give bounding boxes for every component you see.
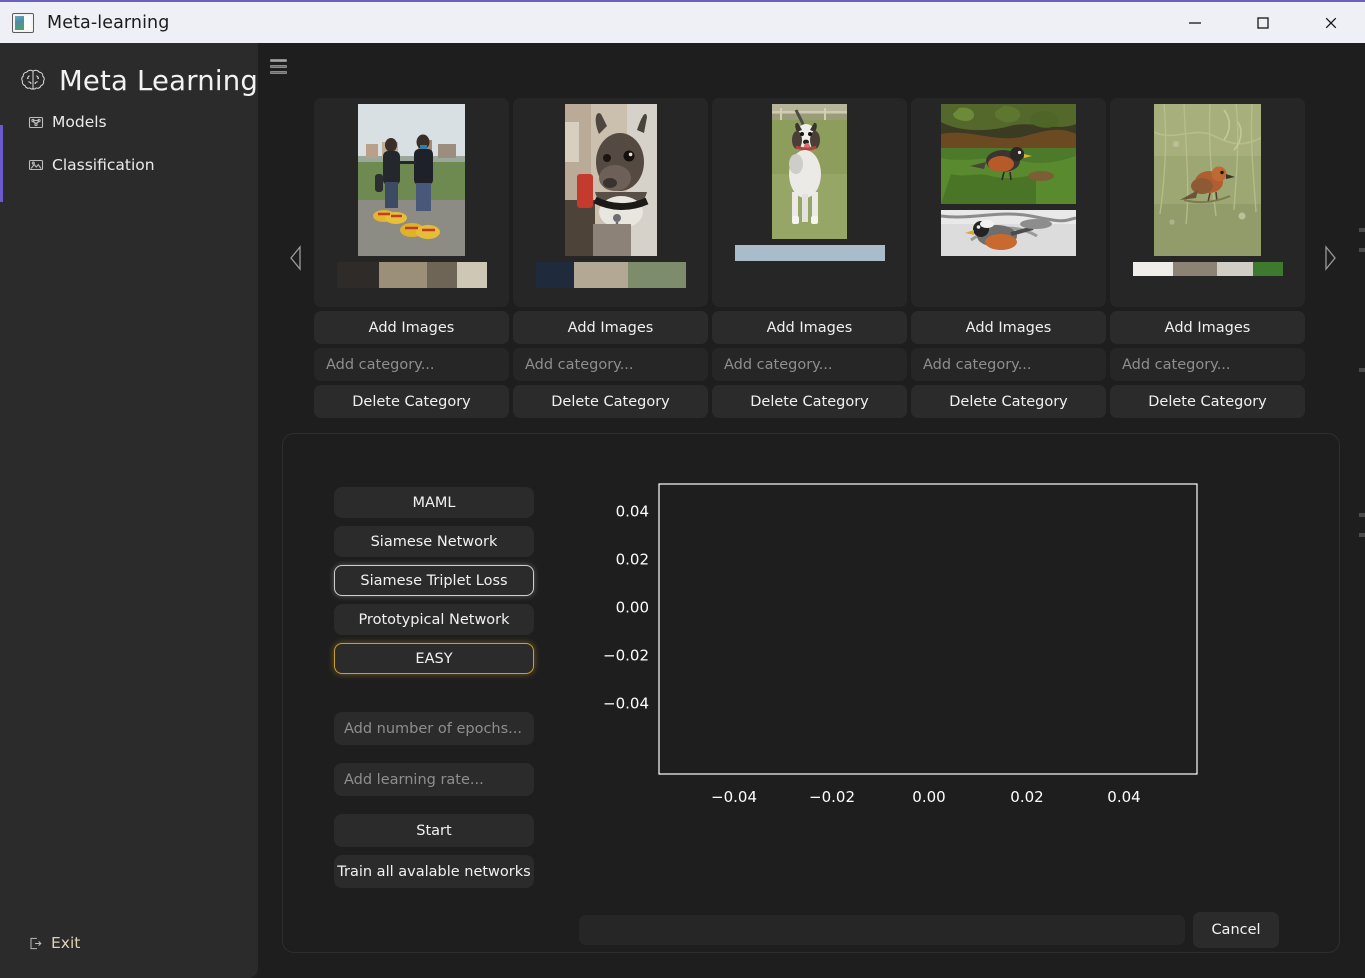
y-tick-label: 0.02 [616, 551, 649, 569]
thumbnail-image-partial [336, 262, 487, 288]
sidebar-item-label: Models [52, 113, 107, 131]
training-progress-bar[interactable] [579, 915, 1185, 945]
x-tick-label: −0.04 [711, 788, 757, 806]
model-button-siamese-triplet-loss[interactable]: Siamese Triplet Loss [334, 565, 534, 596]
card-image-area[interactable] [712, 98, 907, 308]
thumbnail-image [1154, 104, 1261, 256]
add-images-button[interactable]: Add Images [712, 311, 907, 345]
sidebar-accent-strip [0, 125, 3, 202]
cancel-button[interactable]: Cancel [1193, 912, 1279, 948]
window-controls [1161, 2, 1365, 43]
delete-category-button[interactable]: Delete Category [513, 385, 708, 418]
model-button-siamese-network[interactable]: Siamese Network [334, 526, 534, 557]
category-carousel: Add Images Delete Category [278, 98, 1348, 418]
x-tick-label: 0.00 [912, 788, 945, 806]
start-button[interactable]: Start [334, 814, 534, 847]
thumbnail-image-partial [1132, 262, 1283, 276]
network-icon [28, 114, 44, 130]
sidebar: Meta Learning Models Classification Exit [0, 43, 258, 978]
category-name-input[interactable] [314, 348, 509, 382]
model-button-maml[interactable]: MAML [334, 487, 534, 518]
sidebar-item-exit[interactable]: Exit [28, 934, 80, 952]
title-bar: Meta-learning [0, 0, 1365, 43]
maximize-icon[interactable] [1229, 2, 1297, 43]
chevron-left-icon[interactable] [278, 98, 314, 418]
category-card: Add Images Delete Category [1110, 98, 1305, 418]
minimize-icon[interactable] [1161, 2, 1229, 43]
close-icon[interactable] [1297, 2, 1365, 43]
card-image-area[interactable] [513, 98, 708, 308]
category-name-input[interactable] [513, 348, 708, 382]
training-plot[interactable]: 0.04 0.02 0.00 −0.02 −0.04 −0.04 −0.02 0… [579, 464, 1219, 904]
scroll-tick [1359, 248, 1365, 252]
category-name-input[interactable] [712, 348, 907, 382]
thumbnail-image-partial [734, 245, 885, 261]
card-image-area[interactable] [911, 98, 1106, 308]
scroll-tick [1359, 533, 1365, 537]
category-card: Add Images Delete Category [712, 98, 907, 418]
category-card: Add Images Delete Category [513, 98, 708, 418]
brand: Meta Learning [18, 65, 258, 97]
chevron-right-icon[interactable] [1312, 98, 1348, 418]
training-panel: MAML Siamese Network Siamese Triplet Los… [282, 433, 1340, 953]
model-button-prototypical-network[interactable]: Prototypical Network [334, 604, 534, 635]
card-list: Add Images Delete Category [314, 98, 1312, 418]
sidebar-item-label: Classification [52, 156, 155, 174]
thumbnail-image-partial [941, 210, 1076, 256]
sidebar-item-classification[interactable]: Classification [28, 156, 155, 174]
epochs-input[interactable] [334, 712, 534, 745]
x-tick-label: −0.02 [809, 788, 855, 806]
thumbnail-image-partial [535, 262, 686, 288]
add-images-button[interactable]: Add Images [513, 311, 708, 345]
thumbnail-image [564, 104, 657, 256]
category-card: Add Images Delete Category [314, 98, 509, 418]
sidebar-item-models[interactable]: Models [28, 113, 107, 131]
y-tick-label: −0.04 [603, 695, 649, 713]
progress-row: Cancel [579, 912, 1279, 948]
plot-canvas: 0.04 0.02 0.00 −0.02 −0.04 −0.04 −0.02 0… [579, 464, 1219, 904]
brain-icon [18, 66, 48, 96]
main-content: Add Images Delete Category [258, 43, 1365, 978]
card-image-area[interactable] [314, 98, 509, 308]
thumbnail-image [772, 104, 847, 239]
delete-category-button[interactable]: Delete Category [314, 385, 509, 418]
thumbnail-image [941, 104, 1076, 204]
scroll-tick [1359, 228, 1365, 232]
sidebar-item-label: Exit [51, 934, 81, 952]
brand-label: Meta Learning [59, 65, 259, 97]
scroll-tick [1359, 513, 1365, 517]
learning-rate-input[interactable] [334, 763, 534, 796]
hamburger-icon[interactable] [270, 58, 287, 75]
model-button-easy[interactable]: EASY [334, 643, 534, 674]
category-name-input[interactable] [911, 348, 1106, 382]
delete-category-button[interactable]: Delete Category [712, 385, 907, 418]
exit-icon [28, 936, 43, 951]
delete-category-button[interactable]: Delete Category [911, 385, 1106, 418]
x-tick-label: 0.04 [1107, 788, 1140, 806]
category-card: Add Images Delete Category [911, 98, 1106, 418]
delete-category-button[interactable]: Delete Category [1110, 385, 1305, 418]
add-images-button[interactable]: Add Images [314, 311, 509, 345]
y-tick-label: 0.00 [616, 599, 649, 617]
app-window-icon [12, 12, 34, 33]
add-images-button[interactable]: Add Images [911, 311, 1106, 345]
y-tick-label: −0.02 [603, 647, 649, 665]
thumbnail-image [358, 104, 465, 256]
app-window: Meta-learning Meta Learning Models Class… [0, 0, 1365, 978]
window-title: Meta-learning [47, 12, 170, 33]
train-all-button[interactable]: Train all avalable networks [334, 855, 534, 888]
category-name-input[interactable] [1110, 348, 1305, 382]
image-classify-icon [28, 157, 44, 173]
scroll-tick [1359, 368, 1365, 372]
add-images-button[interactable]: Add Images [1110, 311, 1305, 345]
x-tick-label: 0.02 [1010, 788, 1043, 806]
card-image-area[interactable] [1110, 98, 1305, 308]
y-tick-label: 0.04 [616, 503, 649, 521]
model-selector: MAML Siamese Network Siamese Triplet Los… [334, 487, 534, 888]
